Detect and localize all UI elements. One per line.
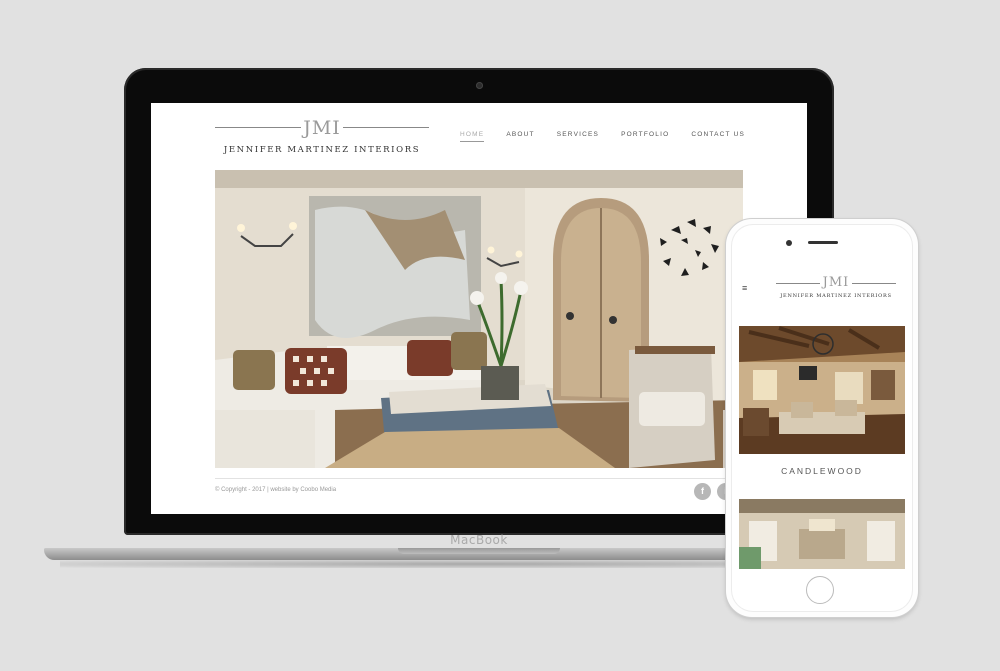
project-image-candlewood[interactable]: [739, 326, 905, 454]
footer-divider: [215, 478, 743, 479]
nav-portfolio[interactable]: PORTFOLIO: [621, 131, 669, 142]
hero-image-living-room: [215, 170, 743, 468]
phone-screen: ≡ JMI Jennifer Martinez Interiors CANDLE…: [738, 263, 906, 569]
phone-speaker: [808, 241, 838, 244]
nav-home[interactable]: HOME: [460, 131, 485, 142]
laptop-screen: JMI Jennifer Martinez Interiors HOME ABO…: [151, 103, 807, 514]
footer-copyright: © Copyright - 2017 | website by Coobo Me…: [215, 487, 337, 493]
main-nav: HOME ABOUT SERVICES PORTFOLIO CONTACT US: [460, 131, 745, 142]
facebook-icon[interactable]: f: [694, 483, 711, 500]
mobile-logo-monogram: JMI: [822, 275, 850, 290]
phone-home-button[interactable]: [806, 576, 834, 604]
mobile-site-logo[interactable]: JMI Jennifer Martinez Interiors: [776, 275, 896, 303]
logo-name: Jennifer Martinez Interiors: [223, 145, 421, 155]
laptop-notch: [398, 548, 560, 554]
nav-about[interactable]: ABOUT: [506, 131, 534, 142]
nav-services[interactable]: SERVICES: [557, 131, 599, 142]
nav-contact-us[interactable]: CONTACT US: [691, 131, 745, 142]
project-image-kitchen[interactable]: [739, 499, 905, 569]
project-title[interactable]: CANDLEWOOD: [738, 466, 906, 476]
phone-camera: [786, 240, 792, 246]
logo-monogram: JMI: [303, 117, 341, 139]
mobile-logo-name: Jennifer Martinez Interiors: [780, 293, 892, 299]
hamburger-menu-icon[interactable]: ≡: [742, 283, 747, 293]
site-logo[interactable]: JMI Jennifer Martinez Interiors: [215, 117, 429, 159]
